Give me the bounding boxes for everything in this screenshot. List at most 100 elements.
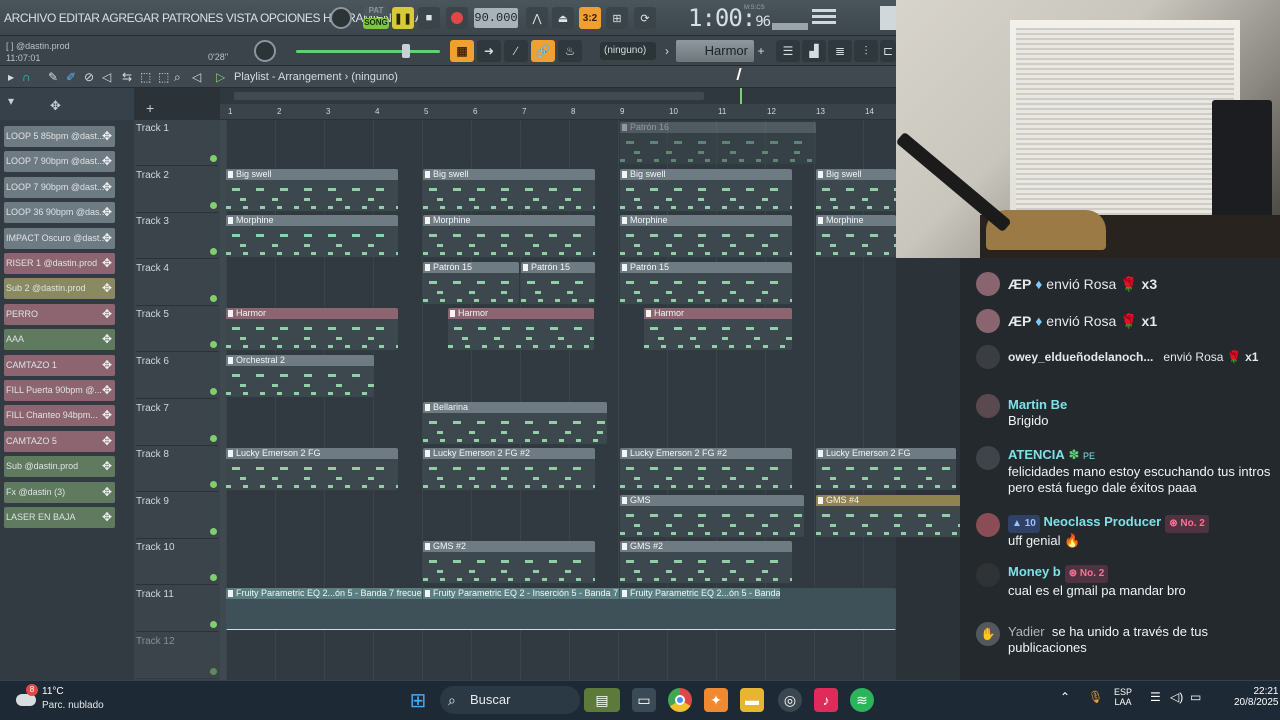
spotify-icon[interactable]: ≋	[850, 688, 874, 712]
song-toggle[interactable]: SONG	[363, 18, 389, 29]
channel-drag-icon[interactable]: ✥	[102, 507, 112, 528]
windows-start-icon[interactable]: ⊞	[406, 688, 430, 712]
track-header[interactable]: Track 3	[136, 213, 218, 260]
channel-drag-icon[interactable]: ✥	[102, 482, 112, 503]
track-enable-led[interactable]	[210, 294, 217, 302]
channel-item[interactable]: PERRO ✥	[4, 303, 115, 325]
track-header[interactable]: Track 1	[136, 120, 218, 166]
pattern-clip[interactable]: Morphine	[226, 215, 398, 258]
channel-item[interactable]: RISER 1 @dastin.prod ✥	[4, 253, 115, 274]
bar-number[interactable]: 4	[375, 107, 379, 116]
pattern-selector[interactable]: (ninguno)	[600, 42, 656, 60]
pattern-clip[interactable]: Big swell	[226, 168, 398, 211]
pattern-clip[interactable]: Big swell	[816, 168, 896, 211]
channel-item[interactable]: FILL Puerta 90bpm @... ✥	[4, 380, 115, 401]
channel-drag-icon[interactable]: ✥	[102, 228, 112, 249]
channel-item[interactable]: AAA ✥	[4, 329, 115, 351]
drag-icon[interactable]: ✥	[50, 98, 61, 114]
mic-icon[interactable]: 🎙	[1088, 690, 1103, 704]
channel-item[interactable]: LOOP 7 90bpm @dast... ✥	[4, 151, 115, 173]
playlist-scrollbar[interactable]	[220, 88, 896, 104]
pattern-clip[interactable]: Bellarina	[423, 401, 607, 444]
master-pitch-slider[interactable]	[296, 50, 440, 53]
link-icon[interactable]: 🔗	[531, 40, 555, 62]
loop-record-icon[interactable]: ⟳	[634, 7, 656, 29]
track-enable-led[interactable]	[210, 527, 217, 535]
weather-desc[interactable]: Parc. nublado	[42, 700, 104, 711]
pattern-clip[interactable]: Patrón 15	[521, 261, 595, 304]
arrow-down-icon[interactable]: ▾	[8, 94, 14, 108]
weather-icon[interactable]: 8	[16, 684, 38, 710]
wifi-icon[interactable]: ☰	[1150, 690, 1161, 704]
channel-drag-icon[interactable]: ✥	[102, 177, 112, 198]
stop-button[interactable]: ■	[418, 7, 440, 29]
channel-item[interactable]: IMPACT Oscuro @dast... ✥	[4, 227, 115, 249]
pattern-clip[interactable]: Patrón 15	[620, 261, 792, 304]
pattern-clip[interactable]: GMS #2	[620, 541, 792, 584]
pitch-knob[interactable]	[330, 7, 352, 29]
pause-button[interactable]: ❚❚	[392, 7, 414, 29]
master-volume-knob[interactable]	[254, 40, 276, 62]
volume-icon[interactable]: ◁)	[1170, 690, 1183, 704]
paint-brush-icon[interactable]: ∕	[504, 40, 528, 62]
channel-drag-icon[interactable]: ✥	[102, 329, 112, 350]
tiktok-icon[interactable]: ♪	[814, 688, 838, 712]
pattern-clip[interactable]: Big swell	[620, 168, 792, 211]
scroll-thumb[interactable]	[234, 92, 704, 100]
channel-drag-icon[interactable]: ✥	[102, 151, 112, 172]
slider-knob[interactable]	[402, 44, 410, 58]
track-enable-led[interactable]	[210, 341, 217, 349]
track-enable-led[interactable]	[210, 667, 217, 675]
track-enable-led[interactable]	[210, 388, 217, 395]
widget-icon[interactable]: ▤	[584, 688, 620, 712]
browser-icon[interactable]: ⊏	[880, 40, 896, 62]
channel-drag-icon[interactable]: ✥	[102, 355, 112, 376]
channel-item[interactable]: FILL Chanteo 94bpm... ✥	[4, 405, 115, 427]
pattern-clip[interactable]: Morphine	[423, 215, 595, 258]
channel-item[interactable]: LASER EN BAJA ✥	[4, 507, 115, 528]
pattern-clip[interactable]: Lucky Emerson 2 FG	[226, 448, 398, 491]
track-header[interactable]: Track 2	[136, 167, 218, 213]
channel-drag-icon[interactable]: ✥	[102, 126, 112, 147]
tempo-display[interactable]: 90.000	[474, 8, 518, 28]
pattern-clip[interactable]: Harmor	[644, 308, 792, 351]
track-enable-led[interactable]	[210, 434, 217, 442]
channel-drag-icon[interactable]: ✥	[102, 380, 112, 401]
track-header[interactable]: Track 4	[136, 260, 218, 306]
track-enable-led[interactable]	[210, 201, 217, 209]
arrow-right-icon[interactable]: ➜	[477, 40, 501, 62]
channel-item[interactable]: CAMTAZO 1 ✥	[4, 354, 115, 376]
zoom-icon[interactable]: ⌕	[174, 70, 181, 85]
channel-drag-icon[interactable]: ✥	[102, 278, 112, 299]
automation-clip[interactable]: Fruity Parametric EQ 2...ón 5 - Banda 7 …	[226, 588, 896, 630]
channel-item[interactable]: LOOP 5 85bpm @dast... ✥	[4, 126, 115, 147]
bar-number[interactable]: 9	[620, 107, 624, 116]
add-track-icon[interactable]: +	[146, 100, 154, 116]
pattern-clip[interactable]: Lucky Emerson 2 FG #2	[620, 448, 792, 491]
chrome-icon[interactable]	[668, 688, 692, 712]
slice-icon[interactable]: ⬚	[158, 70, 169, 84]
countdown-icon[interactable]: 3:2	[579, 7, 601, 29]
piano-roll-icon[interactable]: ▟	[802, 40, 826, 62]
track-header[interactable]: Track 10	[136, 539, 218, 586]
app-icon[interactable]: ◎	[778, 688, 802, 712]
battery-icon[interactable]: ▭	[1190, 690, 1201, 704]
pattern-clip[interactable]: Morphine	[620, 215, 792, 258]
track-enable-led[interactable]	[210, 248, 217, 256]
bar-number[interactable]: 7	[522, 107, 526, 116]
channel-drag-icon[interactable]: ✥	[102, 431, 112, 452]
bar-number[interactable]: 5	[424, 107, 428, 116]
playhead[interactable]	[740, 88, 742, 104]
channel-drag-icon[interactable]: ✥	[102, 405, 112, 426]
taskbar-search[interactable]: ⌕ Buscar	[440, 686, 580, 714]
pencil-icon[interactable]: ✎	[48, 70, 58, 84]
prev-arrow-icon[interactable]: ›	[660, 40, 674, 62]
mixer-icon[interactable]: ⫶	[854, 40, 878, 62]
weather-temp[interactable]: 11°C	[42, 686, 64, 697]
channel-item[interactable]: Fx @dastin (3) ✥	[4, 481, 115, 503]
playlist-icon[interactable]: ☰	[776, 40, 800, 62]
channel-drag-icon[interactable]: ✥	[102, 304, 112, 325]
fl-studio-icon[interactable]: ✦	[704, 688, 728, 712]
channel-item[interactable]: CAMTAZO 5 ✥	[4, 430, 115, 452]
pattern-clip[interactable]: GMS	[620, 494, 804, 537]
